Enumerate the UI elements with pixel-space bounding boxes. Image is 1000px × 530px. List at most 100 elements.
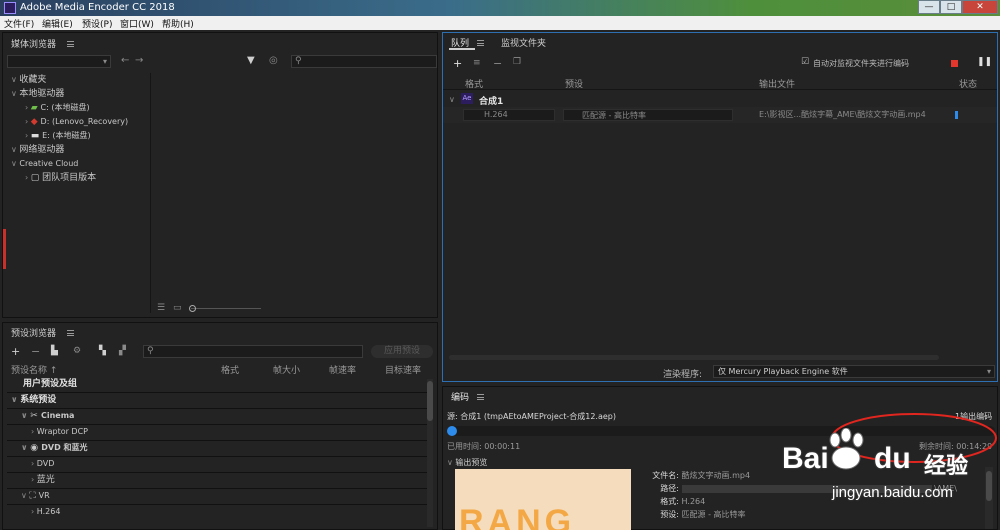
column-header[interactable]: 格式: [221, 363, 239, 376]
output-preview-image: RANG: [455, 469, 631, 530]
menu-file[interactable]: 文件(F): [4, 17, 34, 30]
view-icon[interactable]: ◎: [269, 55, 278, 66]
search-icon: ⚲: [295, 56, 302, 66]
scrollbar-thumb[interactable]: [427, 381, 433, 421]
column-header[interactable]: 帧大小: [273, 363, 300, 376]
apply-preset-button[interactable]: 应用预设: [371, 345, 433, 358]
title-bar: Adobe Media Encoder CC 2018 — □ ✕: [0, 0, 1000, 16]
media-browser-panel: 媒体浏览器 ▾ ← → ▼ ◎ ⚲ ∨ 收藏夹 ∨ 本地驱动器 › ▰ C: (…: [2, 32, 438, 318]
paw-icon: [829, 428, 864, 470]
list-item[interactable]: ∨ ◉ DVD 和蓝光: [7, 441, 427, 457]
watermark-brand: Bai: [782, 442, 829, 475]
menu-help[interactable]: 帮助(H): [162, 17, 194, 30]
tree-item[interactable]: ∨ 网络驱动器: [7, 143, 150, 157]
status-indicator: [955, 111, 958, 119]
close-button[interactable]: ✕: [962, 0, 998, 14]
list-item[interactable]: ∨ ⛶ VR: [7, 489, 427, 505]
menu-bar: 文件(F) 编辑(E) 预设(P) 窗口(W) 帮助(H): [0, 16, 1000, 30]
watermark-brand2: du: [874, 442, 911, 475]
app-icon: [4, 2, 16, 14]
list-view-icon[interactable]: ☰: [157, 303, 165, 313]
search-icon: ⚲: [147, 346, 154, 356]
preset-browser-title: 预设浏览器: [11, 329, 57, 339]
list-item[interactable]: › Wraptor DCP: [7, 425, 427, 441]
forward-arrow-icon[interactable]: →: [135, 55, 143, 66]
tree-item[interactable]: › ▢ 团队项目版本: [7, 171, 150, 185]
remove-preset-icon[interactable]: −: [31, 345, 40, 358]
tree-item[interactable]: ∨ Creative Cloud: [7, 157, 150, 171]
drag-handle[interactable]: [3, 229, 6, 269]
remove-icon[interactable]: −: [493, 57, 502, 70]
add-source-icon[interactable]: +: [453, 57, 462, 70]
filter-icon[interactable]: ▼: [247, 55, 255, 66]
active-tab-indicator: [449, 48, 475, 50]
menu-edit[interactable]: 编辑(E): [42, 17, 73, 30]
tab-watch-folders[interactable]: 监视文件夹: [501, 36, 546, 49]
back-arrow-icon[interactable]: ←: [121, 55, 129, 66]
list-item[interactable]: › 蓝光: [7, 473, 427, 489]
import-icon[interactable]: ▚: [99, 346, 106, 356]
scrollbar[interactable]: [427, 379, 433, 527]
list-item[interactable]: ∨ ✂ Cinema: [7, 409, 427, 425]
column-header[interactable]: 预设名称 ↑: [11, 363, 57, 376]
encoding-title: 编码: [451, 393, 470, 403]
list-item[interactable]: 用户预设及组: [7, 377, 427, 393]
maximize-button[interactable]: □: [940, 0, 962, 14]
menu-presets[interactable]: 预设(P): [82, 17, 112, 30]
list-item[interactable]: › DVD: [7, 457, 427, 473]
menu-window[interactable]: 窗口(W): [120, 17, 154, 30]
media-search-input[interactable]: ⚲: [291, 55, 437, 68]
column-header[interactable]: 目标速率: [385, 363, 421, 376]
settings-icon[interactable]: ≡: [473, 58, 481, 68]
zoom-slider[interactable]: [191, 308, 261, 309]
preset-browser-panel: 预设浏览器 + − ▙ ⚙ ▚ ▞ ⚲ 应用预设 预设名称 ↑ 格式 帧大小 帧…: [2, 322, 438, 530]
list-item[interactable]: ∨ 系统预设: [7, 393, 427, 409]
preset-dropdown[interactable]: 匹配源 - 高比特率: [563, 109, 733, 121]
tree-item[interactable]: ∨ 收藏夹: [7, 73, 150, 87]
renderer-dropdown[interactable]: 仅 Mercury Playback Engine 软件 ▾: [713, 365, 995, 378]
format-dropdown[interactable]: H.264: [463, 109, 555, 121]
duplicate-icon[interactable]: ❐: [513, 57, 521, 67]
cinema-icon: ✂: [30, 411, 38, 421]
location-dropdown[interactable]: ▾: [7, 55, 111, 68]
panel-menu-icon[interactable]: [477, 394, 484, 400]
queue-item-row[interactable]: H.264 匹配源 - 高比特率 E:\影视区...酷炫字幕_AME\酷炫文字动…: [443, 107, 997, 123]
stop-button[interactable]: [951, 60, 958, 67]
watermark-jingyan: 经验: [924, 454, 969, 479]
baidu-watermark: Bai du 经验 jingyan.baidu.com: [778, 428, 1000, 530]
tree-item[interactable]: › ◆ D: (Lenovo_Recovery): [7, 115, 150, 129]
pause-button[interactable]: ❚❚: [977, 57, 992, 67]
drive-icon: ◆: [30, 117, 38, 127]
minimize-button[interactable]: —: [918, 0, 940, 14]
horizontal-scrollbar[interactable]: [449, 355, 939, 360]
output-file-link[interactable]: E:\影视区...酷炫字幕_AME\酷炫文字动画.mp4: [759, 109, 926, 120]
panel-menu-icon[interactable]: [67, 41, 74, 47]
panel-menu-icon[interactable]: [477, 40, 484, 46]
queue-panel: 队列 监视文件夹 + ≡ − ❐ ☑ 自动对监视文件夹进行编码 ❚❚ 格式 预设…: [442, 32, 998, 382]
export-icon[interactable]: ▞: [119, 346, 126, 356]
drive-icon: ▰: [30, 103, 38, 113]
group-icon[interactable]: ▙: [51, 346, 58, 356]
auto-encode-checkbox[interactable]: ☑: [801, 57, 809, 67]
queue-group-name[interactable]: 合成1: [479, 94, 503, 107]
tree-item[interactable]: › ▬ E: (本地磁盘): [7, 129, 150, 143]
auto-encode-label: 自动对监视文件夹进行编码: [813, 59, 909, 68]
renderer-label: 渲染程序:: [663, 370, 703, 380]
panel-menu-icon[interactable]: [67, 330, 74, 336]
add-preset-icon[interactable]: +: [11, 345, 20, 358]
settings-icon[interactable]: ⚙: [73, 346, 81, 356]
column-header[interactable]: 帧速率: [329, 363, 356, 376]
window-title: Adobe Media Encoder CC 2018: [20, 2, 175, 13]
zoom-slider-handle[interactable]: [189, 305, 196, 312]
after-effects-icon: Ae: [461, 93, 473, 104]
icon-view-icon[interactable]: ▭: [173, 303, 182, 313]
output-preview-toggle[interactable]: ∨ 输出预览: [447, 457, 487, 468]
tree-item[interactable]: › ▰ C: (本地磁盘): [7, 101, 150, 115]
list-item[interactable]: › H.264: [7, 505, 427, 521]
media-browser-title: 媒体浏览器: [11, 40, 57, 50]
preset-search-input[interactable]: ⚲: [143, 345, 363, 358]
tree-item[interactable]: ∨ 本地驱动器: [7, 87, 150, 101]
watermark-url: jingyan.baidu.com: [832, 484, 953, 501]
preset-list: 用户预设及组 ∨ 系统预设 ∨ ✂ Cinema › Wraptor DCP ∨…: [7, 377, 427, 521]
elapsed-time: 已用时间: 00:00:11: [447, 442, 521, 451]
